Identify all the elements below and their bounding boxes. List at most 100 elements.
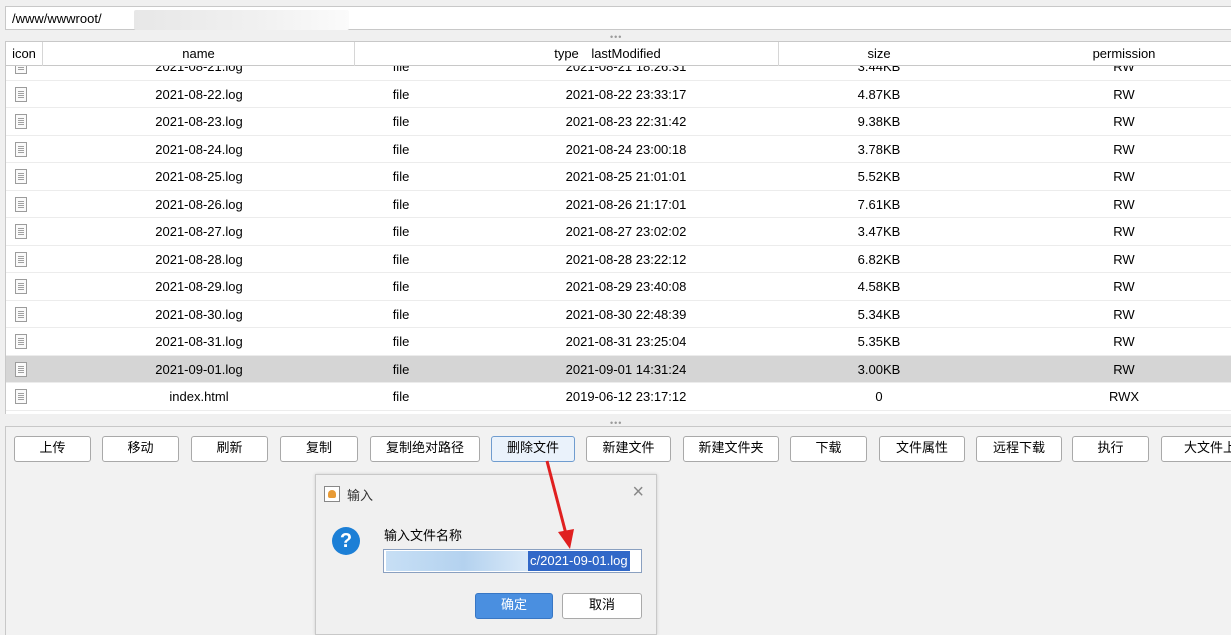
column-header-name[interactable]: name [43, 42, 355, 66]
cell-type: file [392, 196, 410, 212]
ok-button[interactable]: 确定 [475, 593, 553, 619]
file-table: icon name type lastModified size permiss… [5, 41, 1231, 414]
cell-permission: RW [1113, 169, 1135, 184]
table-row[interactable]: 2021-08-24.log file 2021-08-24 23:00:18 3.7… [6, 136, 1231, 163]
file-document-icon [15, 86, 27, 102]
cell-lastmodified: 2021-08-27 23:02:02 [565, 224, 687, 239]
file-document-icon [15, 141, 27, 157]
refresh-button[interactable]: 刷新 [191, 436, 268, 462]
new-file-button[interactable]: 新建文件 [586, 436, 671, 462]
copy-button[interactable]: 复制 [280, 436, 358, 462]
cell-permission: RW [1113, 279, 1135, 294]
table-row[interactable]: 2021-08-23.log file 2021-08-23 22:31:42 9.3… [6, 108, 1231, 136]
cell-type: file [392, 224, 410, 239]
cell-size: 6.82KB [857, 251, 901, 267]
dialog-title: 输入 [347, 489, 374, 504]
close-icon[interactable]: × [632, 481, 644, 503]
cell-type: file [392, 306, 410, 322]
cell-size: 9.38KB [857, 114, 901, 129]
redacted-path-segment [134, 10, 349, 30]
cell-lastmodified: 2021-08-22 23:33:17 [565, 86, 687, 102]
file-properties-button[interactable]: 文件属性 [879, 436, 965, 462]
cell-size: 5.52KB [857, 169, 901, 184]
splitter-grip-bottom[interactable]: ••• [610, 419, 622, 428]
file-document-icon [15, 279, 27, 294]
cell-permission: RW [1113, 224, 1135, 239]
cell-lastmodified: 2021-08-30 22:48:39 [565, 306, 687, 322]
column-header-size[interactable]: size [779, 42, 979, 66]
cell-type: file [392, 334, 410, 349]
cell-size: 3.00KB [857, 361, 901, 377]
upload-button[interactable]: 上传 [14, 436, 91, 462]
cell-lastmodified: 2021-08-26 21:17:01 [565, 196, 687, 212]
remote-download-button[interactable]: 远程下载 [976, 436, 1062, 462]
cell-size: 3.78KB [857, 141, 901, 157]
cell-type: file [392, 86, 410, 102]
download-button[interactable]: 下载 [790, 436, 867, 462]
column-header-icon[interactable]: icon [6, 42, 43, 66]
new-folder-button[interactable]: 新建文件夹 [683, 436, 779, 462]
cell-permission: RW [1113, 114, 1135, 129]
column-header-lastmodified[interactable]: lastModified [518, 42, 734, 66]
cell-size: 4.58KB [857, 279, 901, 294]
cell-lastmodified: 2021-09-01 14:31:24 [565, 361, 687, 377]
cell-type: file [392, 169, 410, 184]
table-row[interactable]: 2021-08-28.log file 2021-08-28 23:22:12 6.8… [6, 246, 1231, 273]
cell-name: 2021-08-31.log [155, 334, 243, 349]
cell-type: file [392, 361, 410, 377]
cell-type: file [392, 141, 410, 157]
filename-input[interactable]: c/2021-09-01.log [383, 549, 642, 573]
table-row[interactable]: 2021-08-25.log file 2021-08-25 21:01:01 5.5… [6, 163, 1231, 191]
table-row[interactable]: 2021-08-26.log file 2021-08-26 21:17:01 7.6… [6, 191, 1231, 218]
table-row[interactable]: 2021-08-21.log file 2021-08-21 18:26:31 3.4… [6, 66, 1231, 81]
file-document-icon [15, 361, 27, 377]
cell-name: 2021-08-24.log [155, 141, 243, 157]
cell-name: 2021-08-26.log [155, 196, 243, 212]
file-document-icon [15, 306, 27, 322]
file-document-icon [15, 114, 27, 129]
cell-permission: RW [1113, 361, 1135, 377]
cell-size: 4.87KB [857, 86, 901, 102]
cell-name: 2021-08-27.log [155, 224, 243, 239]
cell-lastmodified: 2021-08-23 22:31:42 [565, 114, 687, 129]
column-header-permission[interactable]: permission [1016, 42, 1231, 66]
cell-lastmodified: 2021-08-28 23:22:12 [565, 251, 687, 267]
table-row[interactable]: 2021-08-29.log file 2021-08-29 23:40:08 4.5… [6, 273, 1231, 301]
cancel-button[interactable]: 取消 [562, 593, 642, 619]
cell-permission: RW [1113, 66, 1135, 74]
cell-permission: RW [1113, 86, 1135, 102]
question-icon: ? [332, 527, 360, 555]
cell-name: index.html [169, 389, 229, 404]
path-bar[interactable]: /www/wwwroot/ [5, 6, 1231, 30]
file-document-icon [15, 389, 27, 404]
file-document-icon [15, 66, 27, 74]
table-row[interactable]: 2021-09-01.log file 2021-09-01 14:31:24 3.0… [6, 355, 1231, 383]
cell-size: 5.35KB [857, 334, 901, 349]
delete-file-button[interactable]: 删除文件 [491, 436, 575, 462]
table-row[interactable]: 2021-08-27.log file 2021-08-27 23:02:02 3.4… [6, 218, 1231, 246]
table-row[interactable]: 2021-08-22.log file 2021-08-22 23:33:17 4.8… [6, 81, 1231, 108]
cell-type: file [392, 66, 410, 74]
cell-name: 2021-09-01.log [155, 361, 243, 377]
table-row[interactable]: 2021-08-30.log file 2021-08-30 22:48:39 5.3… [6, 301, 1231, 328]
copy-absolute-path-button[interactable]: 复制绝对路径 [370, 436, 480, 462]
cell-name: 2021-08-22.log [155, 86, 243, 102]
table-row[interactable]: index.html file 2019-06-12 23:17:12 0 RWX [6, 383, 1231, 411]
splitter-grip-top[interactable]: ••• [610, 33, 622, 42]
cell-permission: RWX [1108, 389, 1140, 404]
redacted-input-segment [386, 551, 528, 571]
table-body: 2021-08-21.log file 2021-08-21 18:26:31 3.4… [6, 66, 1231, 414]
execute-button[interactable]: 执行 [1072, 436, 1149, 462]
file-document-icon [15, 196, 27, 212]
path-text: /www/wwwroot/ [12, 11, 102, 26]
cell-name: 2021-08-28.log [155, 251, 243, 267]
cell-lastmodified: 2021-08-21 18:26:31 [565, 66, 687, 74]
cell-lastmodified: 2021-08-29 23:40:08 [565, 279, 687, 294]
cell-size: 0 [875, 389, 883, 404]
cell-permission: RW [1113, 251, 1135, 267]
table-row[interactable]: 2021-08-31.log file 2021-08-31 23:25:04 5.3… [6, 328, 1231, 356]
cell-type: file [392, 114, 410, 129]
large-file-upload-button[interactable]: 大文件上传 [1161, 436, 1231, 462]
move-button[interactable]: 移动 [102, 436, 179, 462]
cell-size: 5.34KB [857, 306, 901, 322]
